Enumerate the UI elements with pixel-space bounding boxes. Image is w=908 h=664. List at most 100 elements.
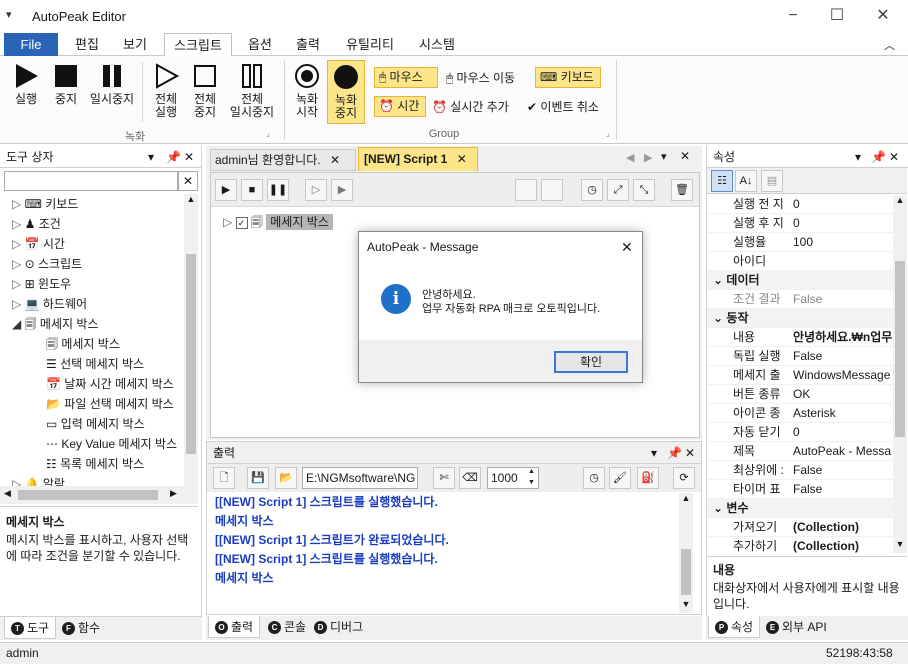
tree-item-window[interactable]: ▷ ⊞ 윈도우 <box>0 274 184 294</box>
category-variables[interactable]: ⌄ 변수 <box>707 499 893 518</box>
eraser-icon[interactable]: ⌫ <box>459 467 481 489</box>
scroll-thumb[interactable] <box>681 549 691 595</box>
new-file-icon[interactable]: 🗋 <box>213 467 235 489</box>
tree-child-keyvalue-messagebox[interactable]: ⋯ Key Value 메세지 박스 <box>0 434 184 454</box>
menu-options[interactable]: 옵션 <box>240 33 280 56</box>
property-row[interactable]: 아이디 <box>707 252 893 271</box>
tree-item-hardware[interactable]: ▷ 💻 하드웨어 <box>0 294 184 314</box>
menu-output[interactable]: 출력 <box>288 33 328 56</box>
tab-debug[interactable]: D 디버그 <box>308 616 369 638</box>
property-row[interactable]: 최상위에 : False <box>707 461 893 480</box>
tree-child-list-messagebox[interactable]: ☷ 목록 메세지 박스 <box>0 454 184 474</box>
blank-button[interactable] <box>515 179 537 201</box>
group-launcher-icon[interactable]: ⌟ <box>266 129 270 138</box>
tab-welcome[interactable]: admin님 환영합니다. ✕ <box>210 149 356 171</box>
collapse-ribbon-icon[interactable]: ︿ <box>884 37 895 53</box>
property-row[interactable]: 타이머 표 False <box>707 480 893 499</box>
tree-child-select-messagebox[interactable]: ☰ 선택 메세지 박스 <box>0 354 184 374</box>
scroll-thumb[interactable] <box>895 261 905 437</box>
minimize-icon[interactable]: − <box>783 6 803 26</box>
scroll-right-icon[interactable]: ▶ <box>644 151 652 164</box>
tree-child-datetime-messagebox[interactable]: 📅 날짜 시간 메세지 박스 <box>0 374 184 394</box>
clock-icon[interactable]: ◷ <box>581 179 603 201</box>
tab-external-api[interactable]: E 외부 API <box>760 616 833 638</box>
property-row[interactable]: 자동 닫기 0 <box>707 423 893 442</box>
maximize-icon[interactable]: ☐ <box>827 6 847 26</box>
property-row[interactable]: 실행율 100 <box>707 233 893 252</box>
tab-properties[interactable]: P 속성 <box>708 616 761 638</box>
property-row[interactable]: 내용 안녕하세요.₩n업무 <box>707 328 893 347</box>
play-icon[interactable]: ▶ <box>215 179 237 201</box>
realtime-add-toggle[interactable]: ⏰ 실시간 추가 <box>432 98 509 115</box>
stop-all-button[interactable]: 전체 중지 <box>187 62 223 119</box>
category-action[interactable]: ⌄ 동작 <box>707 309 893 328</box>
menu-view[interactable]: 보기 <box>116 33 154 56</box>
property-row[interactable]: 독립 실행 False <box>707 347 893 366</box>
close-icon[interactable]: ✕ <box>873 6 893 26</box>
property-row[interactable]: 제목 AutoPeak - Messa <box>707 442 893 461</box>
expand-icon[interactable]: ⤢ <box>607 179 629 201</box>
tree-item-alarm[interactable]: ▷ 🔔 알람 <box>0 474 184 486</box>
tab-output[interactable]: O 출력 <box>208 616 261 638</box>
time-toggle[interactable]: ⏰ 시간 <box>374 96 426 117</box>
checkbox-icon[interactable]: ✓ <box>235 217 248 229</box>
toolbox-hscrollbar[interactable]: ◀ ▶ <box>0 486 198 504</box>
mouse-move-toggle[interactable]: 🖱 마우스 이동 <box>446 69 515 86</box>
menu-system[interactable]: 시스템 <box>410 33 464 56</box>
tool-icon[interactable]: ✄ <box>433 467 455 489</box>
output-path-input[interactable]: E:\NGMsoftware\NG <box>302 467 418 489</box>
stop-button[interactable]: 중지 <box>48 62 84 106</box>
blank-button[interactable] <box>541 179 563 201</box>
script-node[interactable]: ▷ ✓ 🗐 메세지 박스 <box>223 213 333 234</box>
play-frame-icon[interactable]: ▷ <box>305 179 327 201</box>
property-row[interactable]: 조건 결과 False <box>707 290 893 309</box>
close-icon[interactable]: ✕ <box>889 146 899 168</box>
menu-file[interactable]: File <box>4 33 58 56</box>
property-row[interactable]: 실행 후 지0 <box>707 214 893 233</box>
brush-icon[interactable]: 🖌 <box>609 467 631 489</box>
property-row[interactable]: 가져오기 (Collection) <box>707 518 893 537</box>
tree-item-messagebox[interactable]: ◢ 🗐 메세지 박스 <box>0 314 184 334</box>
alphabetical-icon[interactable]: A↓ <box>735 170 757 192</box>
tree-child-file-messagebox[interactable]: 📂 파일 선택 메세지 박스 <box>0 394 184 414</box>
close-tab-icon[interactable]: ✕ <box>330 153 340 167</box>
tab-list-icon[interactable]: ▾ <box>661 150 667 163</box>
output-scrollbar[interactable]: ▲ ▼ <box>679 493 693 613</box>
folder-icon[interactable]: 📂 <box>275 467 297 489</box>
clear-search-icon[interactable]: ✕ <box>178 171 198 191</box>
event-cancel-button[interactable]: ✔ 이벤트 취소 <box>527 98 599 115</box>
save-icon[interactable]: 💾 <box>247 467 269 489</box>
tree-item-time[interactable]: ▷ 📅 시간 <box>0 234 184 254</box>
tree-child-messagebox[interactable]: 🗐 메세지 박스 <box>0 334 184 354</box>
mouse-toggle[interactable]: 🖱 마우스 <box>374 67 438 88</box>
close-icon[interactable]: ✕ <box>685 442 695 464</box>
tree-item-condition[interactable]: ▷ ♟ 조건 <box>0 214 184 234</box>
dialog-close-icon[interactable]: ✕ <box>621 232 633 262</box>
scroll-thumb[interactable] <box>186 254 196 454</box>
property-row[interactable]: 메세지 출 WindowsMessage <box>707 366 893 385</box>
tree-item-script[interactable]: ▷ ⊙ 스크립트 <box>0 254 184 274</box>
pin-icon[interactable]: 📌 <box>166 146 181 168</box>
pause-button[interactable]: 일시중지 <box>86 62 138 106</box>
pin-icon[interactable]: 📌 <box>667 442 682 464</box>
scroll-left-icon[interactable]: ◀ <box>626 151 634 164</box>
close-editor-icon[interactable]: ✕ <box>680 149 690 163</box>
property-row[interactable]: 실행 전 지0 <box>707 195 893 214</box>
scroll-thumb[interactable] <box>18 490 158 500</box>
tree-item-keyboard[interactable]: ▷ ⌨ 키보드 <box>0 194 184 214</box>
run-all-button[interactable]: 전체 실행 <box>148 62 184 119</box>
run-button[interactable]: 실행 <box>8 62 44 106</box>
keyboard-toggle[interactable]: ⌨ 키보드 <box>535 67 601 88</box>
property-pages-icon[interactable]: ▤ <box>761 170 783 192</box>
tree-child-input-messagebox[interactable]: ▭ 입력 메세지 박스 <box>0 414 184 434</box>
property-row[interactable]: 추가하기 (Collection) <box>707 537 893 555</box>
dropdown-icon[interactable]: ▾ <box>148 146 154 168</box>
stop-icon[interactable]: ■ <box>241 179 263 201</box>
record-stop-button[interactable]: 녹화 중지 <box>327 60 365 124</box>
tab-tools[interactable]: T 도구 <box>4 617 57 639</box>
pin-icon[interactable]: 📌 <box>871 146 886 168</box>
categorized-icon[interactable]: ☷ <box>711 170 733 192</box>
toolbox-scrollbar[interactable]: ▲ <box>184 194 198 486</box>
line-count-stepper[interactable]: 1000 ▲ ▼ <box>487 467 539 489</box>
record-start-button[interactable]: 녹화 시작 <box>289 62 325 119</box>
